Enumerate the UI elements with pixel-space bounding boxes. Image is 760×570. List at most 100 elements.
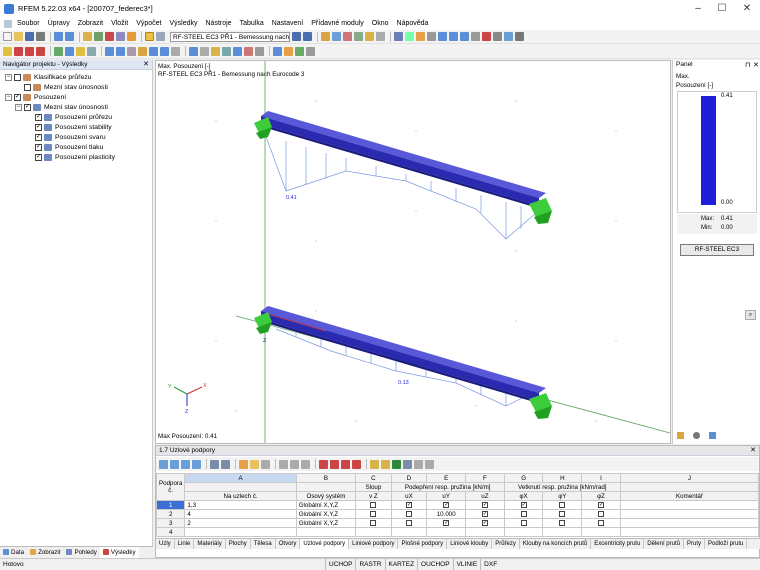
- col-letter[interactable]: B: [295, 473, 357, 483]
- tab-zobrazit[interactable]: Zobrazit: [27, 547, 63, 558]
- snap-icon[interactable]: [200, 46, 209, 56]
- render-icon[interactable]: [394, 32, 403, 41]
- cell-checkbox[interactable]: ✓: [426, 518, 467, 528]
- solid-icon[interactable]: [416, 32, 425, 41]
- row-number[interactable]: 4: [155, 527, 186, 537]
- menu-napoveda[interactable]: Nápověda: [397, 20, 429, 27]
- cell-empty[interactable]: [542, 527, 583, 537]
- checkbox-checked[interactable]: ✓: [443, 519, 450, 526]
- cell-empty[interactable]: [503, 527, 544, 537]
- checkbox-checked[interactable]: ✓: [24, 103, 31, 111]
- menu-tabulka[interactable]: Tabulka: [240, 20, 264, 27]
- pan-icon[interactable]: [515, 32, 524, 41]
- save-icon[interactable]: [25, 32, 34, 41]
- panel-pin-icon[interactable]: ⊓: [745, 61, 750, 69]
- table-tool-icon[interactable]: [250, 459, 259, 469]
- view-z-icon[interactable]: [460, 32, 469, 41]
- filter-icon[interactable]: [365, 32, 374, 41]
- connect-icon[interactable]: [160, 46, 169, 56]
- extrude-icon[interactable]: [171, 46, 180, 56]
- checkbox-checked[interactable]: ✓: [598, 501, 605, 508]
- support-icon[interactable]: [54, 46, 63, 56]
- cell-checkbox[interactable]: [581, 509, 621, 519]
- checkbox[interactable]: [370, 519, 377, 526]
- panel-close-icon[interactable]: ✕: [753, 61, 759, 69]
- table-tool-icon[interactable]: [181, 459, 190, 469]
- cell-checkbox[interactable]: [581, 518, 621, 528]
- table-tool-icon[interactable]: [403, 459, 412, 469]
- cell-checkbox[interactable]: [503, 518, 544, 528]
- menu-nastroje[interactable]: Nástroje: [206, 20, 232, 27]
- tab-vysledky[interactable]: Výsledky: [99, 546, 139, 558]
- prev-case-icon[interactable]: [292, 32, 301, 41]
- support-top-left[interactable]: [254, 117, 272, 139]
- new-member-icon[interactable]: [25, 46, 34, 56]
- maximize-button[interactable]: ☐: [710, 0, 734, 17]
- check-icon[interactable]: [295, 46, 304, 56]
- comment-icon[interactable]: [244, 46, 253, 56]
- wire-icon[interactable]: [405, 32, 414, 41]
- col-letter[interactable]: D: [390, 473, 428, 483]
- tree-item-mezni-stav-1[interactable]: Mezní stav únosnosti: [24, 82, 108, 92]
- menu-app-icon[interactable]: [4, 19, 12, 28]
- status-kartez[interactable]: KARTEZ: [384, 559, 418, 570]
- table-tool-icon[interactable]: [261, 459, 270, 469]
- color-icon[interactable]: [273, 46, 282, 56]
- cell-checkbox[interactable]: [390, 509, 428, 519]
- status-ouchop[interactable]: OUCHOP: [417, 559, 453, 570]
- cell-comment[interactable]: [619, 518, 760, 528]
- zoom-icon[interactable]: [471, 32, 480, 41]
- cell-checkbox[interactable]: ✓: [426, 500, 467, 510]
- load-icon[interactable]: [65, 46, 74, 56]
- cursor-icon[interactable]: [255, 46, 264, 56]
- table-row[interactable]: 4: [155, 527, 760, 537]
- tab-data[interactable]: Data: [0, 547, 27, 558]
- menu-soubor[interactable]: Soubor: [17, 20, 40, 27]
- checkbox[interactable]: [520, 510, 527, 517]
- cell-comment[interactable]: [619, 509, 760, 519]
- collapse-icon[interactable]: −: [5, 73, 12, 81]
- table-tool-icon[interactable]: [330, 459, 339, 469]
- guide-icon[interactable]: [222, 46, 231, 56]
- undo-icon[interactable]: [54, 32, 63, 41]
- coordinate-icon[interactable]: [306, 46, 315, 56]
- section-icon[interactable]: [376, 32, 385, 41]
- cell-checkbox[interactable]: ✓: [503, 500, 544, 510]
- table-tab[interactable]: Excentricity prutu: [591, 539, 645, 549]
- tree-item-posouzeni-prurezu[interactable]: ✓ Posouzení průřezu: [35, 112, 112, 122]
- col-letter[interactable]: C: [355, 473, 392, 483]
- panel-close-icon[interactable]: ✕: [143, 60, 149, 70]
- redo-icon[interactable]: [65, 32, 74, 41]
- magnifier-icon[interactable]: ⌕: [745, 310, 756, 320]
- dimension-icon[interactable]: [233, 46, 242, 56]
- table-tool-icon[interactable]: [425, 459, 434, 469]
- cell-nodes[interactable]: 2: [184, 518, 297, 528]
- cell-checkbox[interactable]: [542, 500, 583, 510]
- checkbox-checked[interactable]: ✓: [35, 113, 42, 121]
- rotate-icon[interactable]: [504, 32, 513, 41]
- cell-checkbox[interactable]: [390, 518, 428, 528]
- col-letter[interactable]: G: [503, 473, 544, 483]
- tree-item-posouzeni[interactable]: − ✓ Posouzení: [5, 92, 66, 102]
- checkbox[interactable]: [559, 501, 566, 508]
- print-icon[interactable]: [36, 32, 45, 41]
- checkbox[interactable]: [598, 510, 605, 517]
- row-number[interactable]: 2: [155, 509, 186, 519]
- checkbox[interactable]: [370, 510, 377, 517]
- menu-vypocet[interactable]: Výpočet: [136, 20, 161, 27]
- cell-empty[interactable]: [355, 527, 392, 537]
- close-button[interactable]: ✕: [735, 0, 759, 17]
- copy-icon[interactable]: [116, 46, 125, 56]
- col-letter[interactable]: J: [619, 473, 760, 483]
- tree-item-posouzeni-tlaku[interactable]: ✓ Posouzení tlaku: [35, 142, 103, 152]
- table-tab[interactable]: Podloží prutu: [705, 539, 748, 549]
- menu-pridavne-moduly[interactable]: Přídavné moduly: [311, 20, 364, 27]
- table-tool-icon[interactable]: [341, 459, 350, 469]
- cell-empty[interactable]: [390, 527, 428, 537]
- select-icon[interactable]: [482, 32, 491, 41]
- cell-checkbox[interactable]: [355, 518, 392, 528]
- col-letter[interactable]: A: [184, 473, 297, 483]
- tree-item-klasifikace[interactable]: − Klasifikace průřezu: [5, 72, 91, 82]
- checkbox-checked[interactable]: ✓: [35, 153, 42, 161]
- section-list-icon[interactable]: [87, 46, 96, 56]
